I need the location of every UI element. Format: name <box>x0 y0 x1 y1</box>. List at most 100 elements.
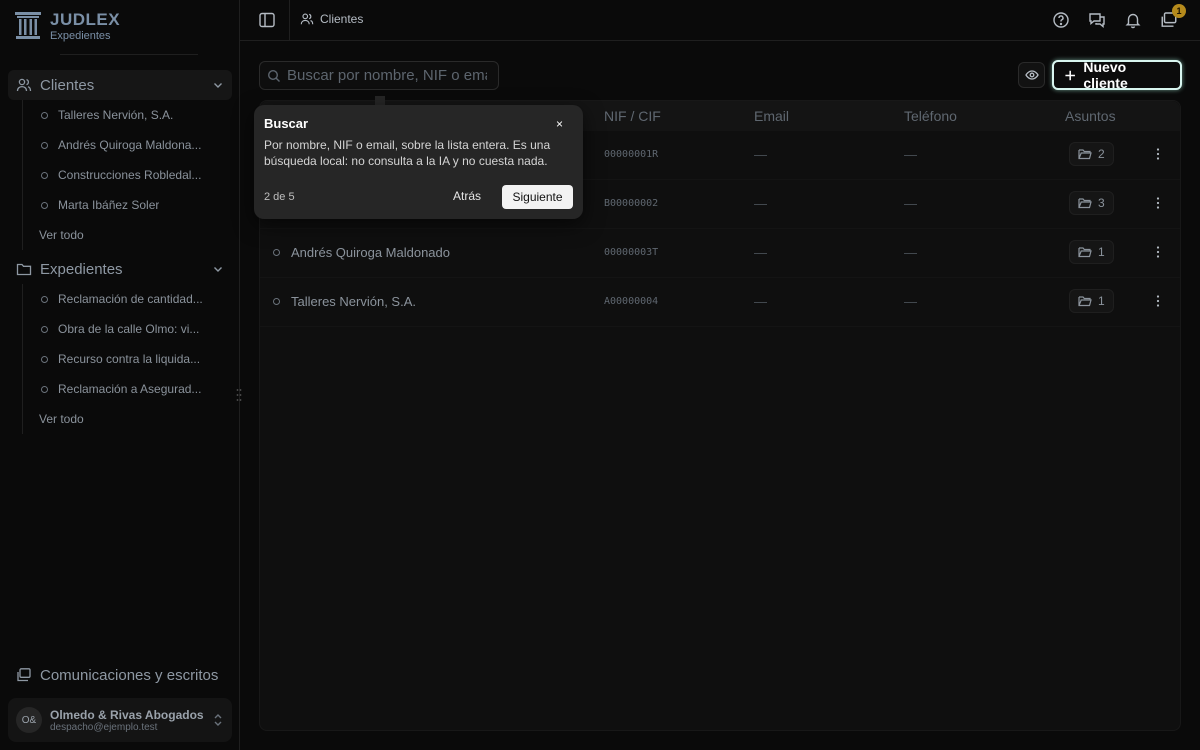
folder-open-icon <box>1078 296 1092 307</box>
email-cell: — <box>754 294 767 309</box>
top-bar: Clientes 1 <box>240 0 1200 41</box>
sidebar-item-expediente[interactable]: Obra de la calle Olmo: vi... <box>23 314 232 344</box>
nav-head-label: Expedientes <box>40 260 123 278</box>
column-header-nif[interactable]: NIF / CIF <box>604 108 661 124</box>
comms-label: Comunicaciones y escritos <box>40 666 219 684</box>
brand-title: JUDLEX <box>50 10 121 29</box>
inbox-stack-icon <box>17 668 31 682</box>
ver-todo-clientes-link[interactable]: Ver todo <box>23 220 232 250</box>
avatar: O& <box>16 707 42 733</box>
more-vertical-icon[interactable] <box>1153 196 1163 210</box>
column-header-matters[interactable]: Asuntos <box>1065 108 1116 124</box>
account-switcher[interactable]: O& Olmedo & Rivas Abogados despacho@ejem… <box>8 698 232 742</box>
new-client-label: Nuevo cliente <box>1083 59 1128 91</box>
phone-cell: — <box>904 196 917 211</box>
sidebar-item-label: Marta Ibáñez Soler <box>58 198 160 212</box>
circle-icon <box>41 385 48 393</box>
tooltip-body: Por nombre, NIF o email, sobre la lista … <box>264 138 551 168</box>
users-icon <box>300 13 314 25</box>
phone-cell: — <box>904 245 917 260</box>
sidebar-item-label: Obra de la calle Olmo: vi... <box>58 322 200 336</box>
users-icon <box>16 78 32 92</box>
chat-icon[interactable] <box>1088 11 1106 29</box>
nav-head-expedientes[interactable]: Expedientes <box>8 254 232 284</box>
header-divider <box>289 0 290 41</box>
more-vertical-icon[interactable] <box>1153 294 1163 308</box>
matters-count-button[interactable]: 1 <box>1069 289 1114 313</box>
phone-cell: — <box>904 294 917 309</box>
nif-cell: B00000002 <box>604 198 659 209</box>
chevron-up-down-icon <box>214 714 222 726</box>
tooltip-title: Buscar <box>264 116 309 131</box>
email-cell: — <box>754 245 767 260</box>
matters-count-button[interactable]: 2 <box>1069 142 1114 166</box>
matters-count: 3 <box>1098 196 1105 210</box>
notification-badge: 1 <box>1172 4 1186 18</box>
matters-count-button[interactable]: 3 <box>1069 191 1114 215</box>
sidebar-resize-handle[interactable] <box>236 388 242 402</box>
search-input[interactable] <box>287 67 487 84</box>
client-name: Andrés Quiroga Maldonado <box>291 245 450 260</box>
circle-icon <box>41 201 48 209</box>
circle-icon <box>41 295 48 303</box>
nif-cell: 00000003T <box>604 247 659 258</box>
sidebar-item-cliente[interactable]: Construcciones Robledal... <box>23 160 232 190</box>
bell-icon[interactable] <box>1124 11 1142 29</box>
plus-icon <box>1065 70 1075 80</box>
sidebar-item-label: Recurso contra la liquida... <box>58 352 201 366</box>
ver-todo-expedientes-link[interactable]: Ver todo <box>23 404 232 434</box>
inbox-button[interactable]: 1 <box>1160 4 1186 29</box>
table-row[interactable]: Andrés Quiroga Maldonado 00000003T — — 1 <box>260 229 1180 278</box>
sidebar-item-cliente[interactable]: Andrés Quiroga Maldona... <box>23 130 232 160</box>
sidebar-item-expediente[interactable]: Recurso contra la liquida... <box>23 344 232 374</box>
account-name: Olmedo & Rivas Abogados <box>50 707 204 722</box>
brand-subtitle: Expedientes <box>50 30 111 42</box>
close-icon[interactable]: × <box>556 117 563 131</box>
matters-count-button[interactable]: 1 <box>1069 240 1114 264</box>
search-icon <box>267 69 280 82</box>
brand-divider <box>60 54 198 55</box>
matters-count: 1 <box>1098 294 1105 308</box>
circle-icon <box>41 171 48 179</box>
sidebar-item-expediente[interactable]: Reclamación de cantidad... <box>23 284 232 314</box>
circle-icon <box>41 325 48 333</box>
sidebar-toggle-icon[interactable] <box>258 11 276 29</box>
account-email: despacho@ejemplo.test <box>50 721 158 733</box>
circle-icon <box>273 249 280 256</box>
sidebar-item-label: Reclamación de cantidad... <box>58 292 203 306</box>
sidebar-item-expediente[interactable]: Reclamación a Asegurad... <box>23 374 232 404</box>
brand[interactable]: JUDLEX Expedientes <box>14 10 120 42</box>
more-vertical-icon[interactable] <box>1153 245 1163 259</box>
column-header-email[interactable]: Email <box>754 108 789 124</box>
tour-back-button[interactable]: Atrás <box>453 189 481 203</box>
expedientes-list: Reclamación de cantidad... Obra de la ca… <box>22 284 232 434</box>
matters-count: 1 <box>1098 245 1105 259</box>
chevron-down-icon[interactable] <box>212 79 224 91</box>
search-field[interactable] <box>259 61 499 90</box>
breadcrumb-label: Clientes <box>320 12 364 26</box>
circle-icon <box>41 111 48 119</box>
folder-open-icon <box>1078 247 1092 258</box>
nav-group-expedientes: Expedientes Reclamación de cantidad... O… <box>8 254 232 434</box>
sidebar-item-comunicaciones[interactable]: Comunicaciones y escritos <box>8 660 232 690</box>
help-icon[interactable] <box>1052 11 1070 29</box>
table-row[interactable]: Talleres Nervión, S.A. A00000004 — — 1 <box>260 278 1180 327</box>
email-cell: — <box>754 147 767 162</box>
folder-open-icon <box>1078 198 1092 209</box>
client-name: Talleres Nervión, S.A. <box>291 294 416 309</box>
sidebar-item-cliente[interactable]: Marta Ibáñez Soler <box>23 190 232 220</box>
sidebar-item-cliente[interactable]: Talleres Nervión, S.A. <box>23 100 232 130</box>
nav-head-clientes[interactable]: Clientes <box>8 70 232 100</box>
eye-icon <box>1024 70 1039 80</box>
phone-cell: — <box>904 147 917 162</box>
nif-cell: 00000001R <box>604 149 659 160</box>
sidebar-item-label: Reclamación a Asegurad... <box>58 382 202 396</box>
tour-next-button[interactable]: Siguiente <box>502 185 573 209</box>
more-vertical-icon[interactable] <box>1153 147 1163 161</box>
chevron-down-icon[interactable] <box>212 263 224 275</box>
folder-open-icon <box>1078 149 1092 160</box>
client-name-cell: Andrés Quiroga Maldonado <box>273 245 450 260</box>
new-client-button[interactable]: Nuevo cliente <box>1052 59 1182 91</box>
column-header-phone[interactable]: Teléfono <box>904 108 957 124</box>
toggle-visibility-button[interactable] <box>1018 62 1045 88</box>
